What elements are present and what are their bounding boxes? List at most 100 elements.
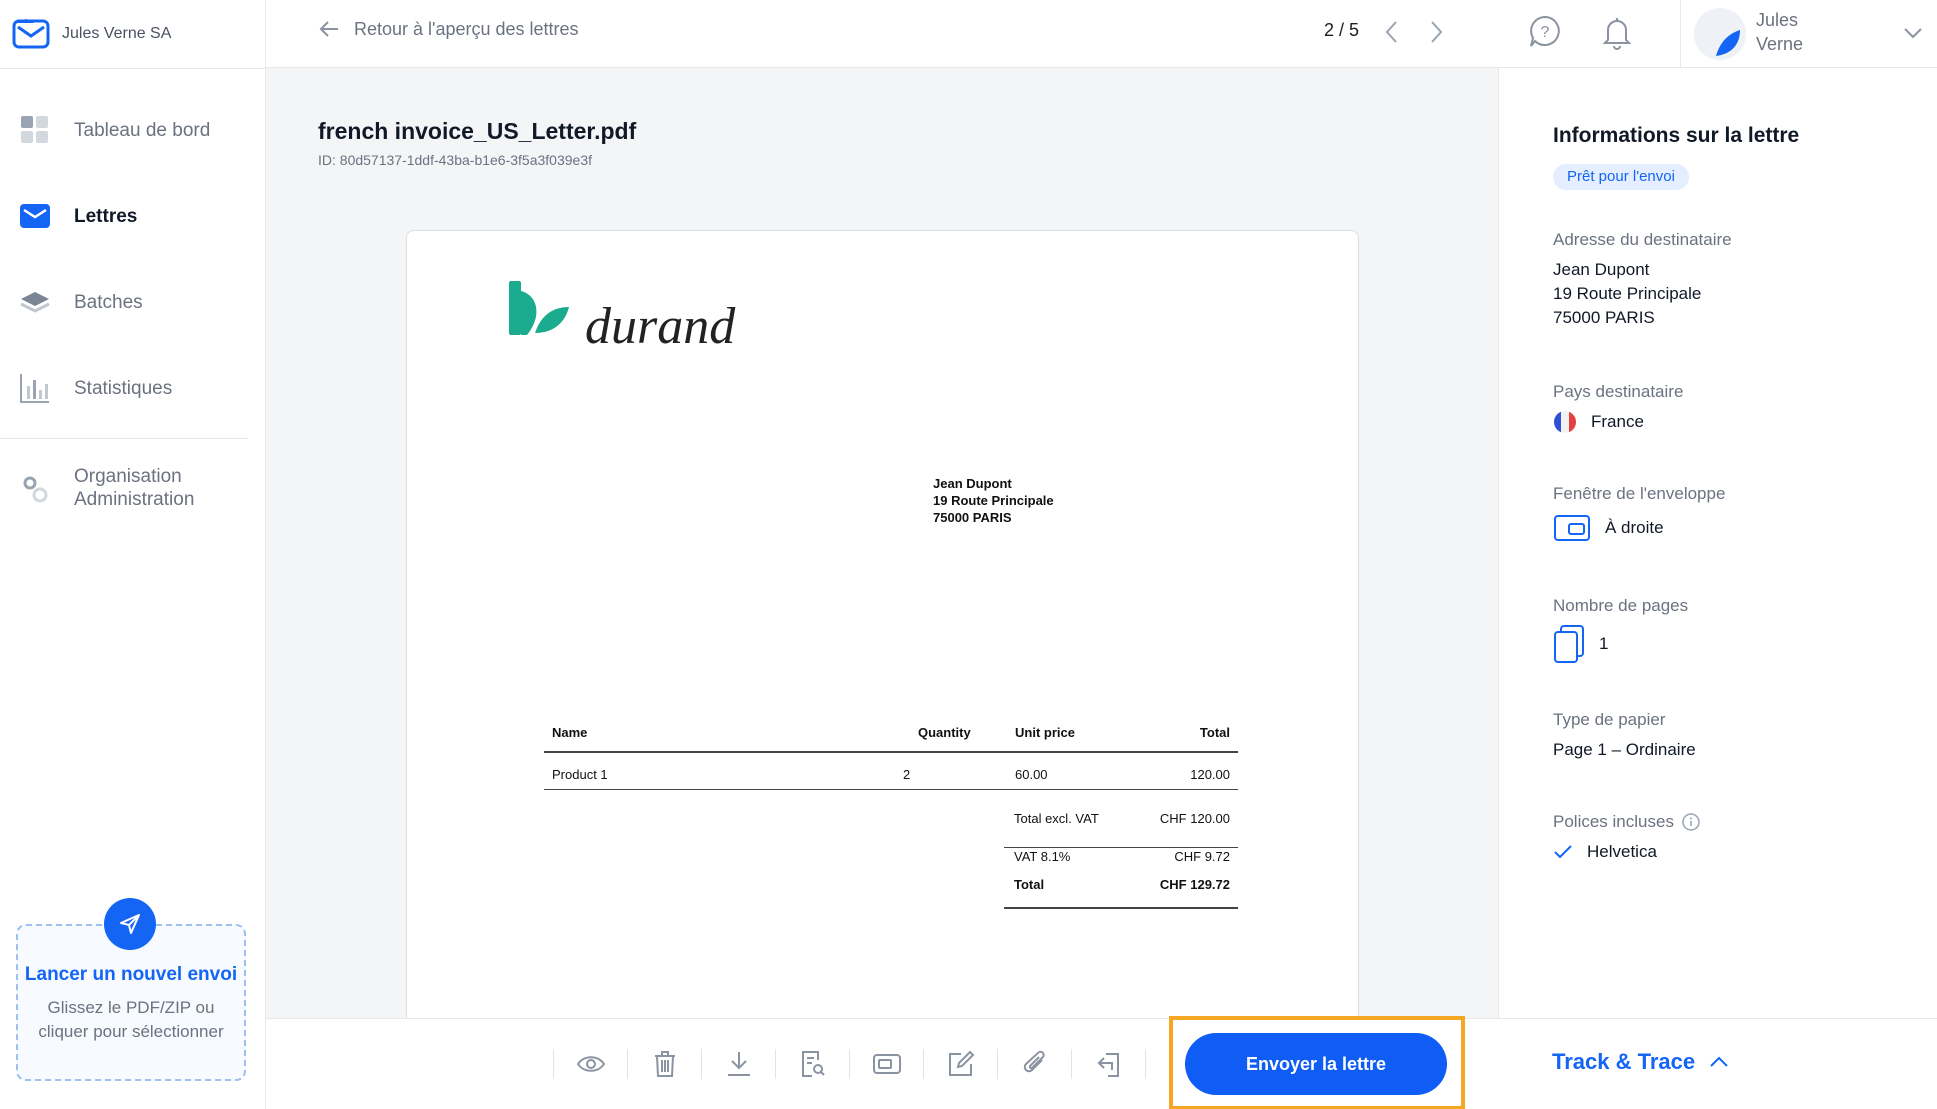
pages-label: Nombre de pages	[1553, 596, 1689, 615]
sidebar-item-statistics[interactable]: Statistiques	[0, 360, 266, 416]
chevron-down-icon	[1904, 28, 1922, 39]
divider	[923, 1049, 924, 1079]
envelope-icon	[18, 199, 52, 233]
download-icon	[728, 1052, 750, 1076]
document-details-button[interactable]	[794, 1045, 832, 1083]
fonts-label-row: Polices incluses	[1553, 812, 1700, 832]
recipient-address: Jean Dupont 19 Route Principale 75000 PA…	[1553, 258, 1701, 330]
top-bar: Retour à l'aperçu des lettres 2 / 5 ? Ju…	[266, 0, 1937, 68]
table-cell: 120.00	[1190, 767, 1230, 782]
window-value: À droite	[1553, 514, 1664, 542]
country-name: France	[1591, 412, 1644, 431]
bell-icon[interactable]	[1600, 14, 1634, 50]
divider	[544, 751, 1238, 753]
sidebar-item-label: Batches	[74, 291, 143, 313]
track-and-trace-label: Track & Trace	[1552, 1049, 1696, 1074]
bar-chart-icon	[18, 371, 52, 405]
attach-button[interactable]	[1016, 1045, 1054, 1083]
total-excl-label: Total excl. VAT	[1014, 811, 1099, 826]
divider	[1071, 1049, 1072, 1079]
envelope-window-button[interactable]	[868, 1045, 906, 1083]
table-cell: 2	[903, 767, 911, 782]
vat-value: CHF 9.72	[1174, 849, 1230, 864]
return-address-button[interactable]	[1090, 1045, 1128, 1083]
column-header: Name	[552, 725, 588, 740]
sidebar-item-label: Tableau de bord	[74, 119, 211, 141]
logo-text: durand	[585, 298, 736, 351]
document-title: french invoice_US_Letter.pdf	[318, 118, 637, 144]
sidebar-item-batches[interactable]: Batches	[0, 274, 266, 330]
dashboard-icon	[18, 113, 52, 147]
trash-icon	[655, 1051, 675, 1077]
layers-icon	[18, 285, 52, 319]
window-label: Fenêtre de l'enveloppe	[1553, 484, 1726, 503]
divider	[0, 438, 248, 439]
sidebar-item-dashboard[interactable]: Tableau de bord	[0, 102, 266, 158]
brand-name: Jules Verne SA	[62, 25, 172, 42]
paper-label: Type de papier	[1553, 710, 1666, 729]
divider	[553, 1049, 554, 1079]
total-excl-value: CHF 120.00	[1159, 811, 1230, 826]
chevron-right-icon[interactable]	[1424, 18, 1448, 46]
delete-button[interactable]	[646, 1045, 684, 1083]
letter-page: durand Jean Dupont 19 Route Principale 7…	[406, 230, 1359, 1030]
sidebar-item-letters[interactable]: Lettres	[0, 188, 266, 244]
address-line: 75000 PARIS	[933, 510, 1012, 525]
page-count: 1	[1599, 634, 1609, 653]
letter-info-panel: Informations sur la lettre Prêt pour l'e…	[1498, 68, 1937, 1018]
address-line: Jean Dupont	[933, 476, 1012, 491]
download-button[interactable]	[720, 1045, 758, 1083]
send-letter-button[interactable]: Envoyer la lettre	[1185, 1033, 1447, 1095]
divider	[775, 1049, 776, 1079]
edit-button[interactable]	[942, 1045, 980, 1083]
help-icon[interactable]: ?	[1528, 14, 1562, 50]
status-badge: Prêt pour l'envoi	[1553, 164, 1689, 190]
user-last-name: Verne	[1756, 34, 1804, 54]
user-menu[interactable]: Jules Verne	[1680, 0, 1937, 68]
country-value: France	[1553, 410, 1644, 434]
address-line: 19 Route Principale	[1553, 284, 1702, 303]
column-header: Total	[1199, 725, 1230, 740]
paper-value: Page 1 – Ordinaire	[1553, 740, 1696, 759]
svg-text:?: ?	[1541, 24, 1550, 41]
window-position: À droite	[1605, 518, 1664, 537]
back-link[interactable]: Retour à l'aperçu des lettres	[318, 18, 579, 40]
recipient-label: Adresse du destinataire	[1553, 230, 1732, 249]
sidebar: Jules Verne SA Tableau de bord Lettres B…	[0, 0, 266, 1109]
document-id: ID: 80d57137-1ddf-43ba-b1e6-3f5a3f039e3f	[318, 152, 592, 168]
divider	[544, 789, 1238, 790]
fonts-label: Polices incluses	[1553, 812, 1674, 831]
avatar	[1694, 8, 1746, 60]
total-value: CHF 129.72	[1159, 877, 1230, 892]
upload-button[interactable]	[104, 898, 156, 950]
paperclip-icon	[1023, 1050, 1045, 1073]
divider	[701, 1049, 702, 1079]
address-line: Jean Dupont	[1553, 260, 1650, 279]
divider	[0, 68, 266, 69]
chevron-left-icon[interactable]	[1380, 18, 1404, 46]
france-flag-icon	[1553, 410, 1577, 434]
check-icon	[1553, 844, 1573, 860]
panel-title: Informations sur la lettre	[1553, 124, 1800, 147]
divider	[997, 1049, 998, 1079]
user-first-name: Jules	[1756, 10, 1799, 30]
return-icon	[1097, 1053, 1119, 1077]
durand-logo: durand	[509, 281, 736, 351]
track-and-trace-toggle[interactable]: Track & Trace	[1552, 1049, 1729, 1075]
divider	[849, 1049, 850, 1079]
table-cell: Product 1	[552, 767, 608, 782]
bottom-toolbar: Envoyer la lettre Track & Trace	[266, 1016, 1937, 1109]
pages-value: 1	[1553, 624, 1608, 664]
preview-button[interactable]	[572, 1045, 610, 1083]
send-icon	[120, 914, 140, 934]
divider	[1145, 1049, 1146, 1079]
document-preview-area: french invoice_US_Letter.pdf ID: 80d5713…	[266, 68, 1498, 1030]
sidebar-item-organisation[interactable]: Organisation Administration	[0, 460, 266, 516]
address-line: 19 Route Principale	[933, 493, 1054, 508]
divider	[627, 1049, 628, 1079]
envelope-window-icon	[873, 1054, 901, 1074]
info-icon[interactable]	[1682, 813, 1700, 831]
brand[interactable]: Jules Verne SA	[12, 14, 171, 54]
country-label: Pays destinataire	[1553, 382, 1684, 401]
column-header: Quantity	[918, 725, 971, 740]
